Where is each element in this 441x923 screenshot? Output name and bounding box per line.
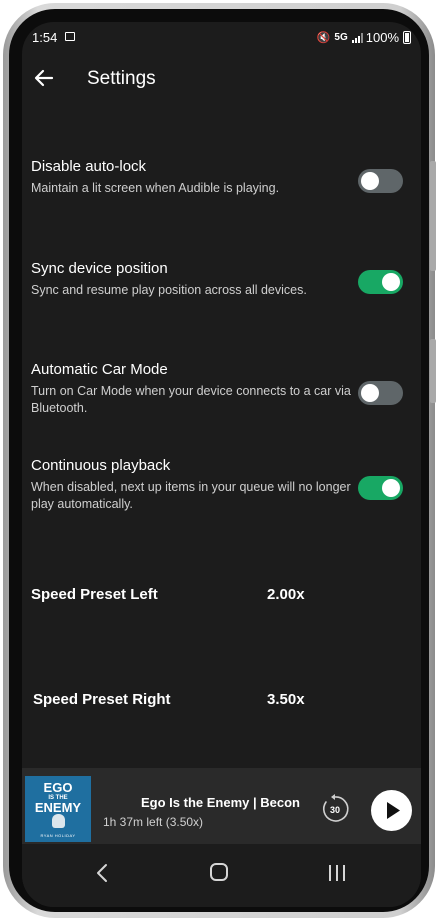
sync-position-toggle[interactable] — [358, 270, 403, 294]
volume-button — [430, 161, 436, 271]
rewind-seconds: 30 — [330, 805, 340, 815]
speed-preset-left-label[interactable]: Speed Preset Left — [31, 586, 158, 603]
setting-label: Sync device position — [31, 260, 168, 277]
battery-percent: 100% — [365, 30, 399, 45]
setting-sync-device-position[interactable]: Sync device position Sync and resume pla… — [31, 260, 411, 299]
book-cover[interactable]: EGO IS THE ENEMY RYAN HOLIDAY — [25, 776, 91, 842]
speed-preset-left-value[interactable]: 2.00x — [267, 586, 305, 603]
setting-label: Continuous playback — [31, 457, 171, 474]
toggle-knob — [382, 273, 400, 291]
signal-icon — [351, 32, 363, 43]
battery-icon — [403, 31, 411, 44]
setting-description: When disabled, next up items in your que… — [31, 480, 351, 511]
gallery-notification-icon — [65, 32, 75, 41]
setting-description: Sync and resume play position across all… — [31, 283, 307, 297]
setting-automatic-car-mode[interactable]: Automatic Car Mode Turn on Car Mode when… — [31, 361, 411, 417]
nav-back-icon[interactable] — [92, 862, 114, 884]
setting-continuous-playback[interactable]: Continuous playback When disabled, next … — [31, 457, 411, 513]
cover-figure — [52, 814, 65, 828]
setting-label: Automatic Car Mode — [31, 361, 168, 378]
system-nav-bar — [22, 844, 421, 907]
cover-title-bottom: ENEMY — [34, 800, 82, 815]
speed-preset-right-value[interactable]: 3.50x — [267, 691, 305, 708]
now-playing-time-left: 1h 37m left (3.50x) — [103, 815, 204, 829]
screen: 1:54 🔇 5G 100% Settings Disable auto-loc… — [22, 22, 421, 907]
status-time: 1:54 — [32, 30, 58, 45]
auto-lock-toggle[interactable] — [358, 169, 403, 193]
setting-label: Disable auto-lock — [31, 158, 147, 175]
speed-preset-right-label[interactable]: Speed Preset Right — [33, 691, 171, 708]
rewind-30-icon[interactable]: 30 — [319, 793, 351, 825]
now-playing-title[interactable]: Ego Is the Enemy | Becon — [141, 795, 301, 810]
car-mode-toggle[interactable] — [358, 381, 403, 405]
setting-description: Maintain a lit screen when Audible is pl… — [31, 181, 280, 195]
toggle-knob — [382, 479, 400, 497]
network-type: 5G — [334, 32, 348, 43]
cover-title-top: EGO — [43, 780, 73, 795]
app-bar: Settings — [22, 62, 421, 98]
mute-icon: 🔇 — [316, 32, 331, 44]
status-bar: 1:54 🔇 5G 100% — [22, 22, 421, 54]
setting-description: Turn on Car Mode when your device connec… — [31, 384, 351, 415]
nav-home-icon[interactable] — [210, 863, 228, 881]
status-indicators: 🔇 5G 100% — [317, 30, 411, 45]
play-button[interactable] — [371, 790, 412, 831]
play-icon — [387, 802, 400, 819]
power-button — [430, 339, 436, 403]
setting-disable-auto-lock[interactable]: Disable auto-lock Maintain a lit screen … — [31, 158, 411, 197]
page-title: Settings — [87, 68, 156, 89]
toggle-knob — [361, 384, 379, 402]
continuous-playback-toggle[interactable] — [358, 476, 403, 500]
cover-author: RYAN HOLIDAY — [40, 833, 76, 838]
back-arrow-icon[interactable] — [32, 66, 56, 90]
nav-recent-apps-icon[interactable] — [329, 865, 345, 881]
cover-title: EGO IS THE ENEMY — [25, 780, 91, 815]
toggle-knob — [361, 172, 379, 190]
mini-player[interactable]: EGO IS THE ENEMY RYAN HOLIDAY Ego Is the… — [22, 768, 421, 844]
phone-frame: 1:54 🔇 5G 100% Settings Disable auto-loc… — [3, 3, 436, 918]
